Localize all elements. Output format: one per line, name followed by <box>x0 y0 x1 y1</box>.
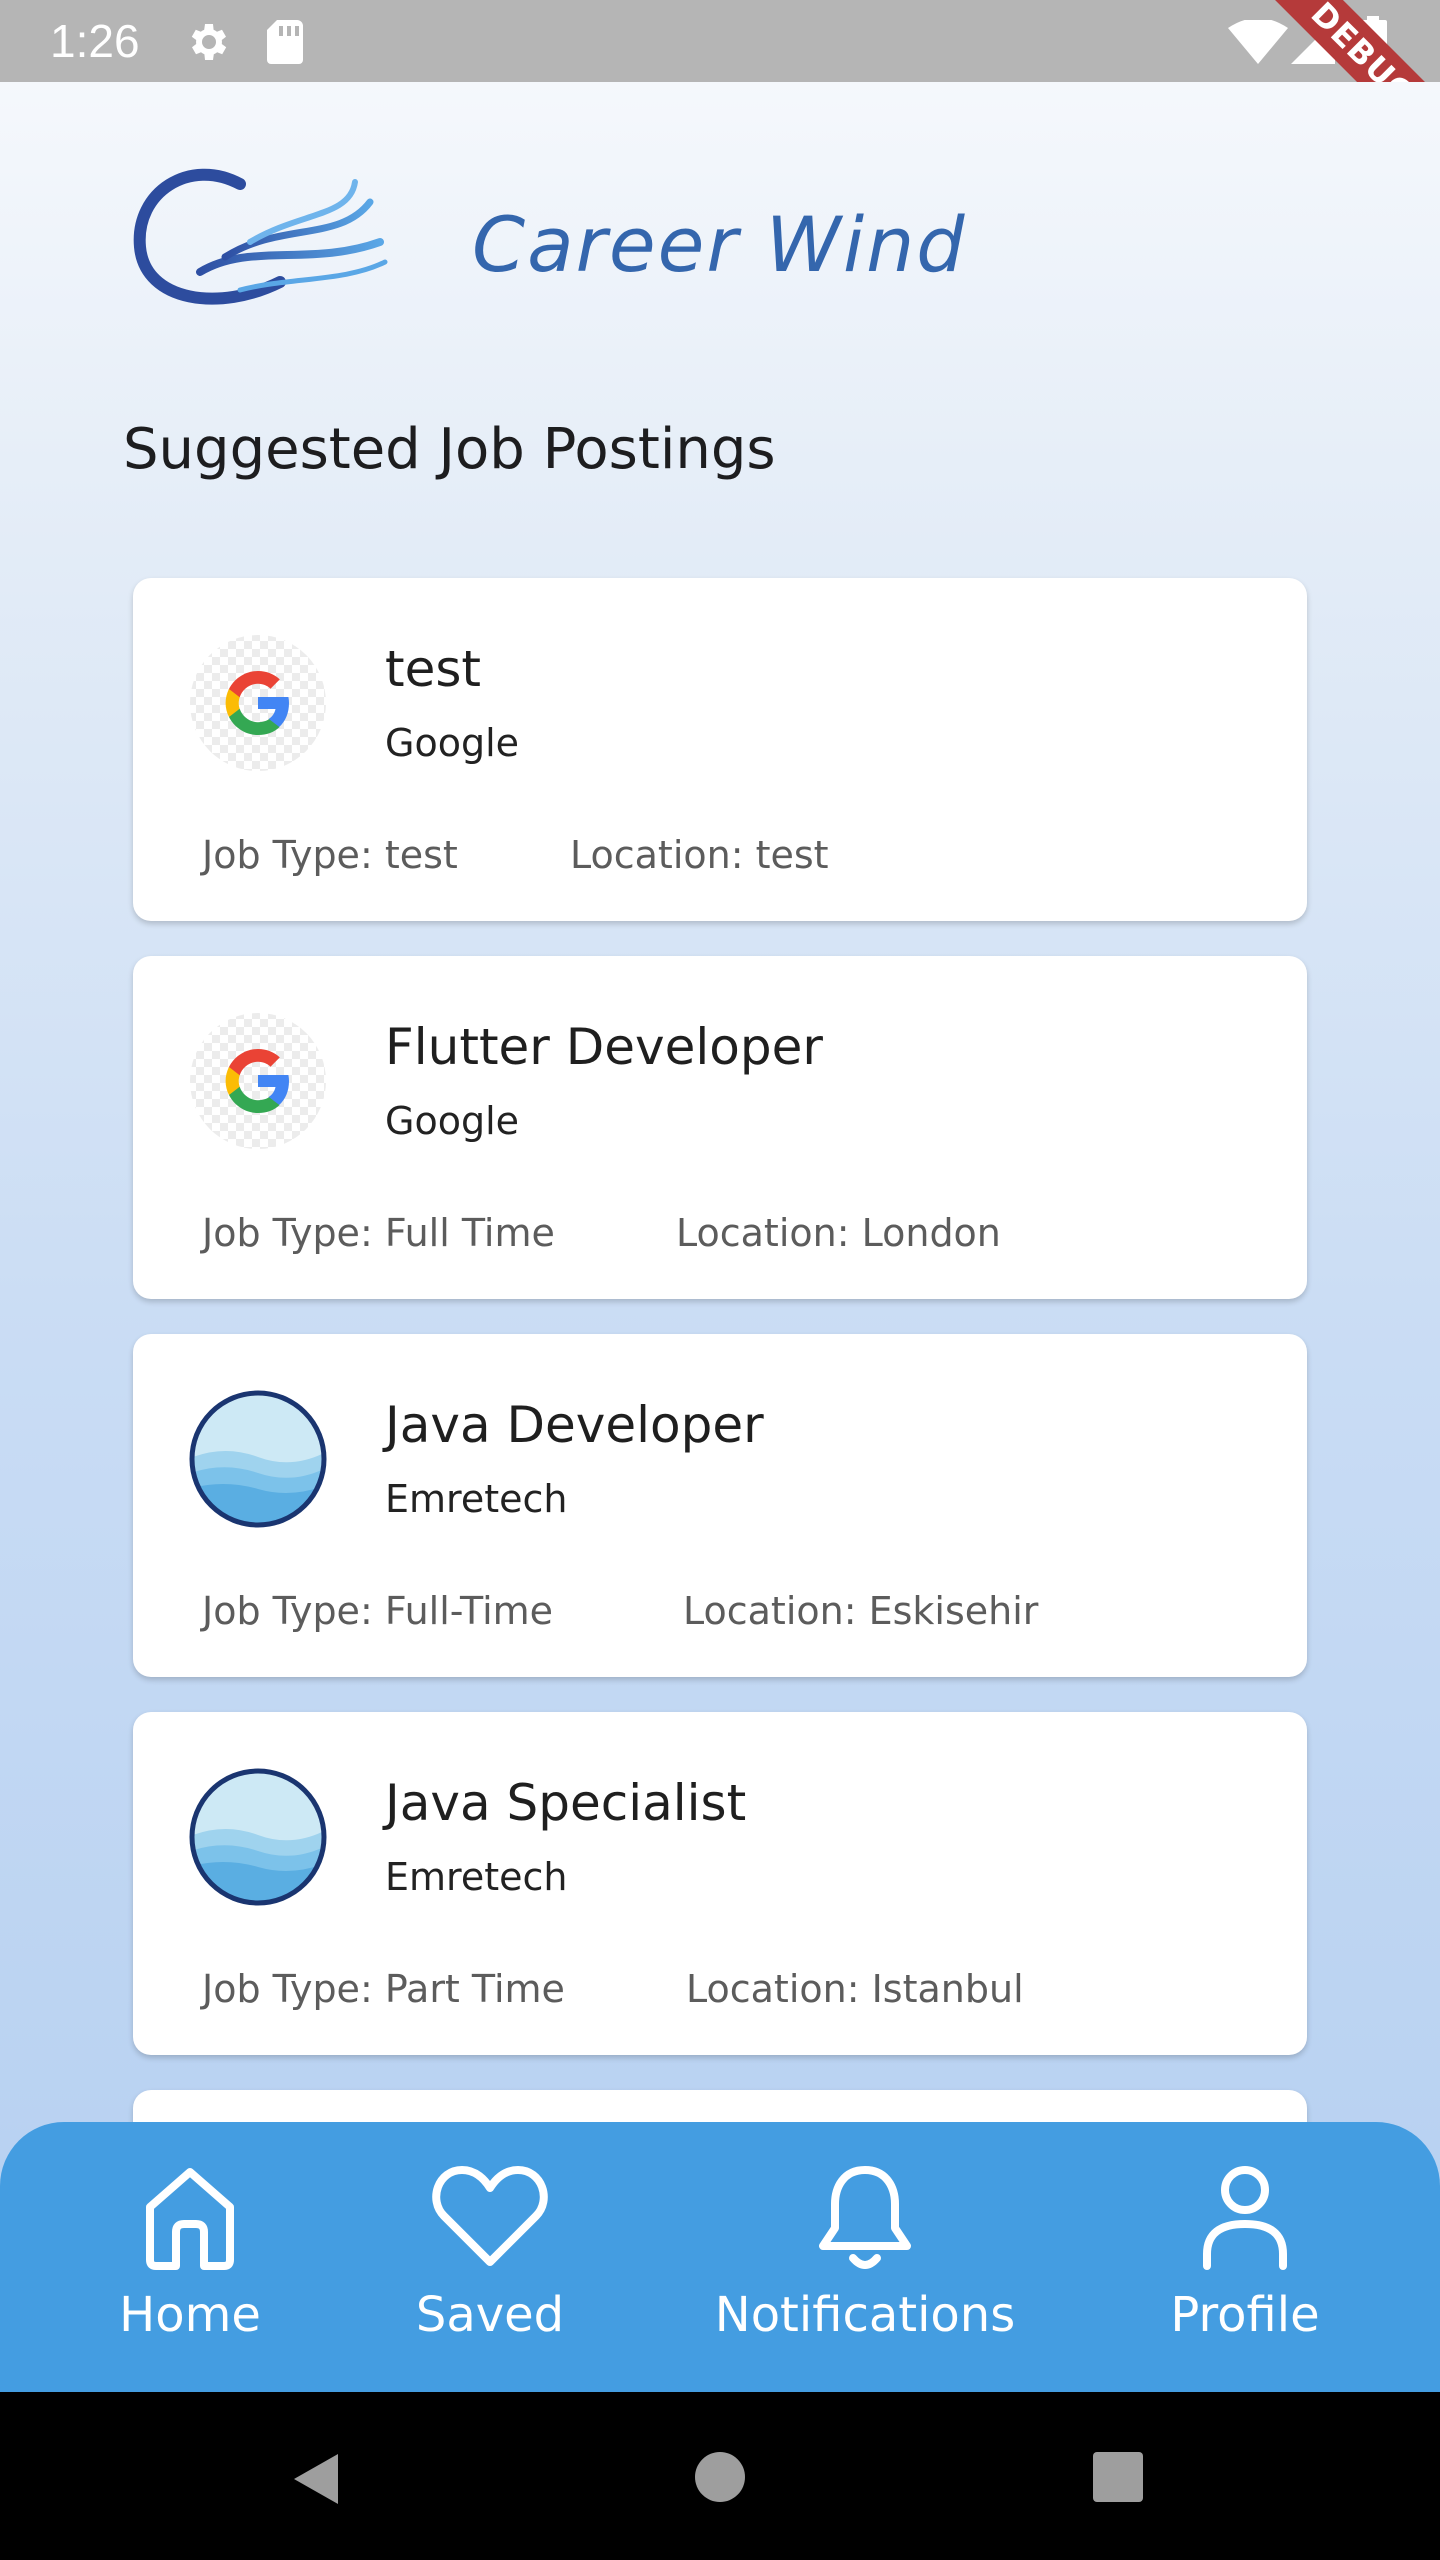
profile-icon <box>1203 2166 1287 2270</box>
nav-home-label: Home <box>119 2287 261 2343</box>
job-title: Java Developer <box>385 1396 764 1454</box>
nav-saved[interactable]: Saved <box>370 2122 610 2392</box>
job-card[interactable]: Java Specialist Emretech Job Type: Part … <box>133 1712 1307 2055</box>
wave-logo-icon <box>189 1768 327 1906</box>
nav-notifications-label: Notifications <box>714 2287 1016 2343</box>
company-name: Emretech <box>385 1855 568 1899</box>
job-location: Location: London <box>676 1211 1001 1255</box>
job-card[interactable]: Flutter Developer Google Job Type: Full … <box>133 956 1307 1299</box>
gear-icon <box>191 24 227 60</box>
job-title: test <box>385 640 482 698</box>
app-screen: Career Wind Suggested Job Postings test … <box>0 82 1440 2392</box>
recents-icon[interactable] <box>1091 2450 1145 2504</box>
bell-icon <box>819 2166 911 2269</box>
status-time: 1:26 <box>50 15 140 67</box>
career-wind-logo <box>133 168 388 305</box>
status-bar: 1:26 DEBUG <box>0 0 1440 82</box>
home-icon <box>146 2168 234 2270</box>
home-circle-icon[interactable] <box>693 2450 747 2504</box>
bottom-navigation: Home Saved Notifications Profile <box>0 2122 1440 2392</box>
heart-icon <box>432 2166 548 2266</box>
job-card[interactable]: Java Developer Emretech Job Type: Full-T… <box>133 1334 1307 1677</box>
system-navigation-bar <box>0 2392 1440 2560</box>
job-type: Job Type: Part Time <box>202 1967 565 2011</box>
job-location: Location: Eskisehir <box>683 1589 1039 1633</box>
sd-card-icon <box>267 20 303 64</box>
nav-profile[interactable]: Profile <box>1120 2122 1370 2392</box>
job-location: Location: Istanbul <box>686 1967 1024 2011</box>
nav-saved-label: Saved <box>415 2287 565 2343</box>
job-title: Java Specialist <box>385 1774 747 1832</box>
job-card[interactable]: test Google Job Type: test Location: tes… <box>133 578 1307 921</box>
job-type: Job Type: Full-Time <box>202 1589 554 1633</box>
google-logo-icon <box>190 635 326 771</box>
brand-title: Career Wind <box>472 200 967 289</box>
company-name: Google <box>385 721 520 765</box>
back-icon[interactable] <box>290 2450 342 2508</box>
section-title: Suggested Job Postings <box>123 417 776 482</box>
job-type: Job Type: test <box>202 833 458 877</box>
job-title: Flutter Developer <box>385 1018 823 1076</box>
nav-notifications[interactable]: Notifications <box>700 2122 1030 2392</box>
wifi-icon <box>1228 20 1288 64</box>
wave-logo-icon <box>189 1390 327 1528</box>
nav-home[interactable]: Home <box>70 2122 310 2392</box>
company-name: Emretech <box>385 1477 568 1521</box>
company-name: Google <box>385 1099 520 1143</box>
job-type: Job Type: Full Time <box>202 1211 555 1255</box>
google-logo-icon <box>190 1013 326 1149</box>
nav-profile-label: Profile <box>1170 2287 1320 2343</box>
job-location: Location: test <box>570 833 829 877</box>
